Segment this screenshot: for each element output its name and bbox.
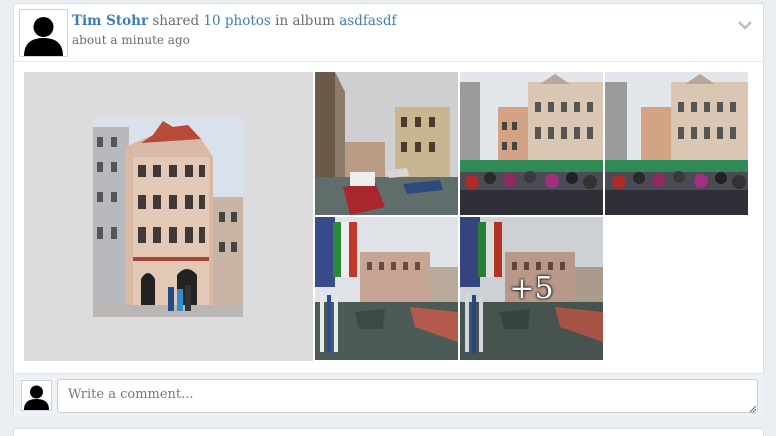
- commenter-avatar: [21, 380, 52, 411]
- featured-photo-frame[interactable]: [24, 72, 313, 361]
- comment-input[interactable]: [57, 379, 758, 413]
- user-silhouette-icon: [22, 381, 51, 410]
- resize-grip-icon[interactable]: [749, 405, 757, 413]
- photo-thumbnail[interactable]: [315, 72, 458, 215]
- photo-thumbnail[interactable]: [460, 72, 603, 215]
- featured-photo[interactable]: [93, 117, 243, 317]
- photo-thumbnail[interactable]: [605, 72, 748, 215]
- post-timestamp[interactable]: about a minute ago: [72, 33, 692, 47]
- post-summary: Tim Stohr shared 10 photos in album asdf…: [72, 12, 692, 30]
- next-post-card: [13, 428, 764, 436]
- chevron-down-icon[interactable]: [737, 18, 753, 32]
- author-avatar[interactable]: [19, 9, 68, 57]
- more-photos-count[interactable]: +5: [460, 217, 603, 360]
- photo-thumbnail-more[interactable]: +5: [460, 217, 603, 360]
- post-meta: Tim Stohr shared 10 photos in album asdf…: [72, 12, 692, 47]
- user-silhouette-icon: [20, 10, 67, 56]
- action-text: shared: [148, 13, 204, 29]
- album-link[interactable]: asdfasdf: [339, 13, 396, 29]
- album-prefix-text: in album: [270, 13, 340, 29]
- author-name-link[interactable]: Tim Stohr: [72, 13, 148, 29]
- photo-thumbnail[interactable]: [315, 217, 458, 360]
- comment-bar: [15, 373, 764, 417]
- photos-link[interactable]: 10 photos: [203, 13, 270, 29]
- post-header: Tim Stohr shared 10 photos in album asdf…: [14, 4, 763, 62]
- activity-post: Tim Stohr shared 10 photos in album asdf…: [13, 3, 764, 417]
